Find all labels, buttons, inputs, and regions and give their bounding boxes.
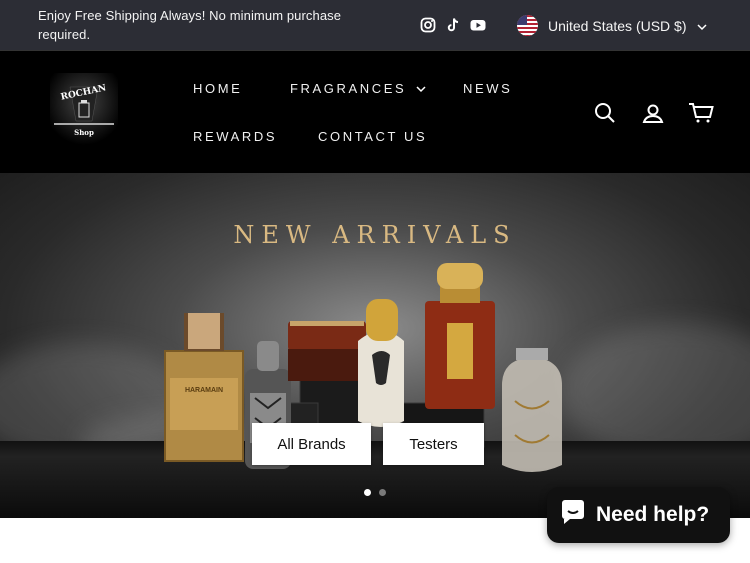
slide-indicator (364, 489, 386, 496)
chat-help-button[interactable]: Need help? (547, 487, 730, 543)
social-links (420, 17, 486, 33)
nav-home[interactable]: HOME (193, 81, 242, 96)
hero-banner: NEW ARRIVALS HARAMAIN All Brands Testers (0, 173, 750, 518)
cart-icon[interactable] (688, 101, 714, 125)
perfume-bottles-image: HARAMAIN (164, 263, 562, 472)
site-header: ROCHAN Shop HOME FRAGRANCES NEWS REWARDS… (0, 50, 750, 173)
nav-news[interactable]: NEWS (463, 81, 512, 96)
chevron-down-icon (416, 81, 426, 96)
svg-text:Shop: Shop (74, 128, 94, 137)
locale-label: United States (USD $) (548, 17, 687, 34)
search-icon[interactable] (593, 101, 617, 125)
testers-button[interactable]: Testers (383, 423, 484, 465)
nav-fragrances-label: FRAGRANCES (290, 81, 407, 96)
slide-dot-active[interactable] (364, 489, 371, 496)
chat-bubble-icon (559, 498, 587, 532)
nav-rewards[interactable]: REWARDS (193, 129, 277, 144)
locale-selector[interactable]: United States (USD $) (517, 15, 707, 36)
tiktok-icon[interactable] (445, 17, 461, 33)
site-logo[interactable]: ROCHAN Shop (50, 73, 118, 145)
announcement-text: Enjoy Free Shipping Always! No minimum p… (38, 8, 342, 42)
account-icon[interactable] (641, 101, 665, 125)
us-flag-icon (517, 15, 538, 36)
all-brands-button[interactable]: All Brands (252, 423, 371, 465)
slide-dot[interactable] (379, 489, 386, 496)
chat-label: Need help? (596, 503, 710, 526)
svg-text:HARAMAIN: HARAMAIN (185, 387, 223, 394)
instagram-icon[interactable] (420, 17, 436, 33)
nav-contact[interactable]: CONTACT US (318, 129, 427, 144)
announcement-bar: Enjoy Free Shipping Always! No minimum p… (0, 0, 750, 50)
youtube-icon[interactable] (470, 17, 486, 33)
nav-fragrances[interactable]: FRAGRANCES (290, 81, 426, 96)
chevron-down-icon (696, 18, 707, 34)
